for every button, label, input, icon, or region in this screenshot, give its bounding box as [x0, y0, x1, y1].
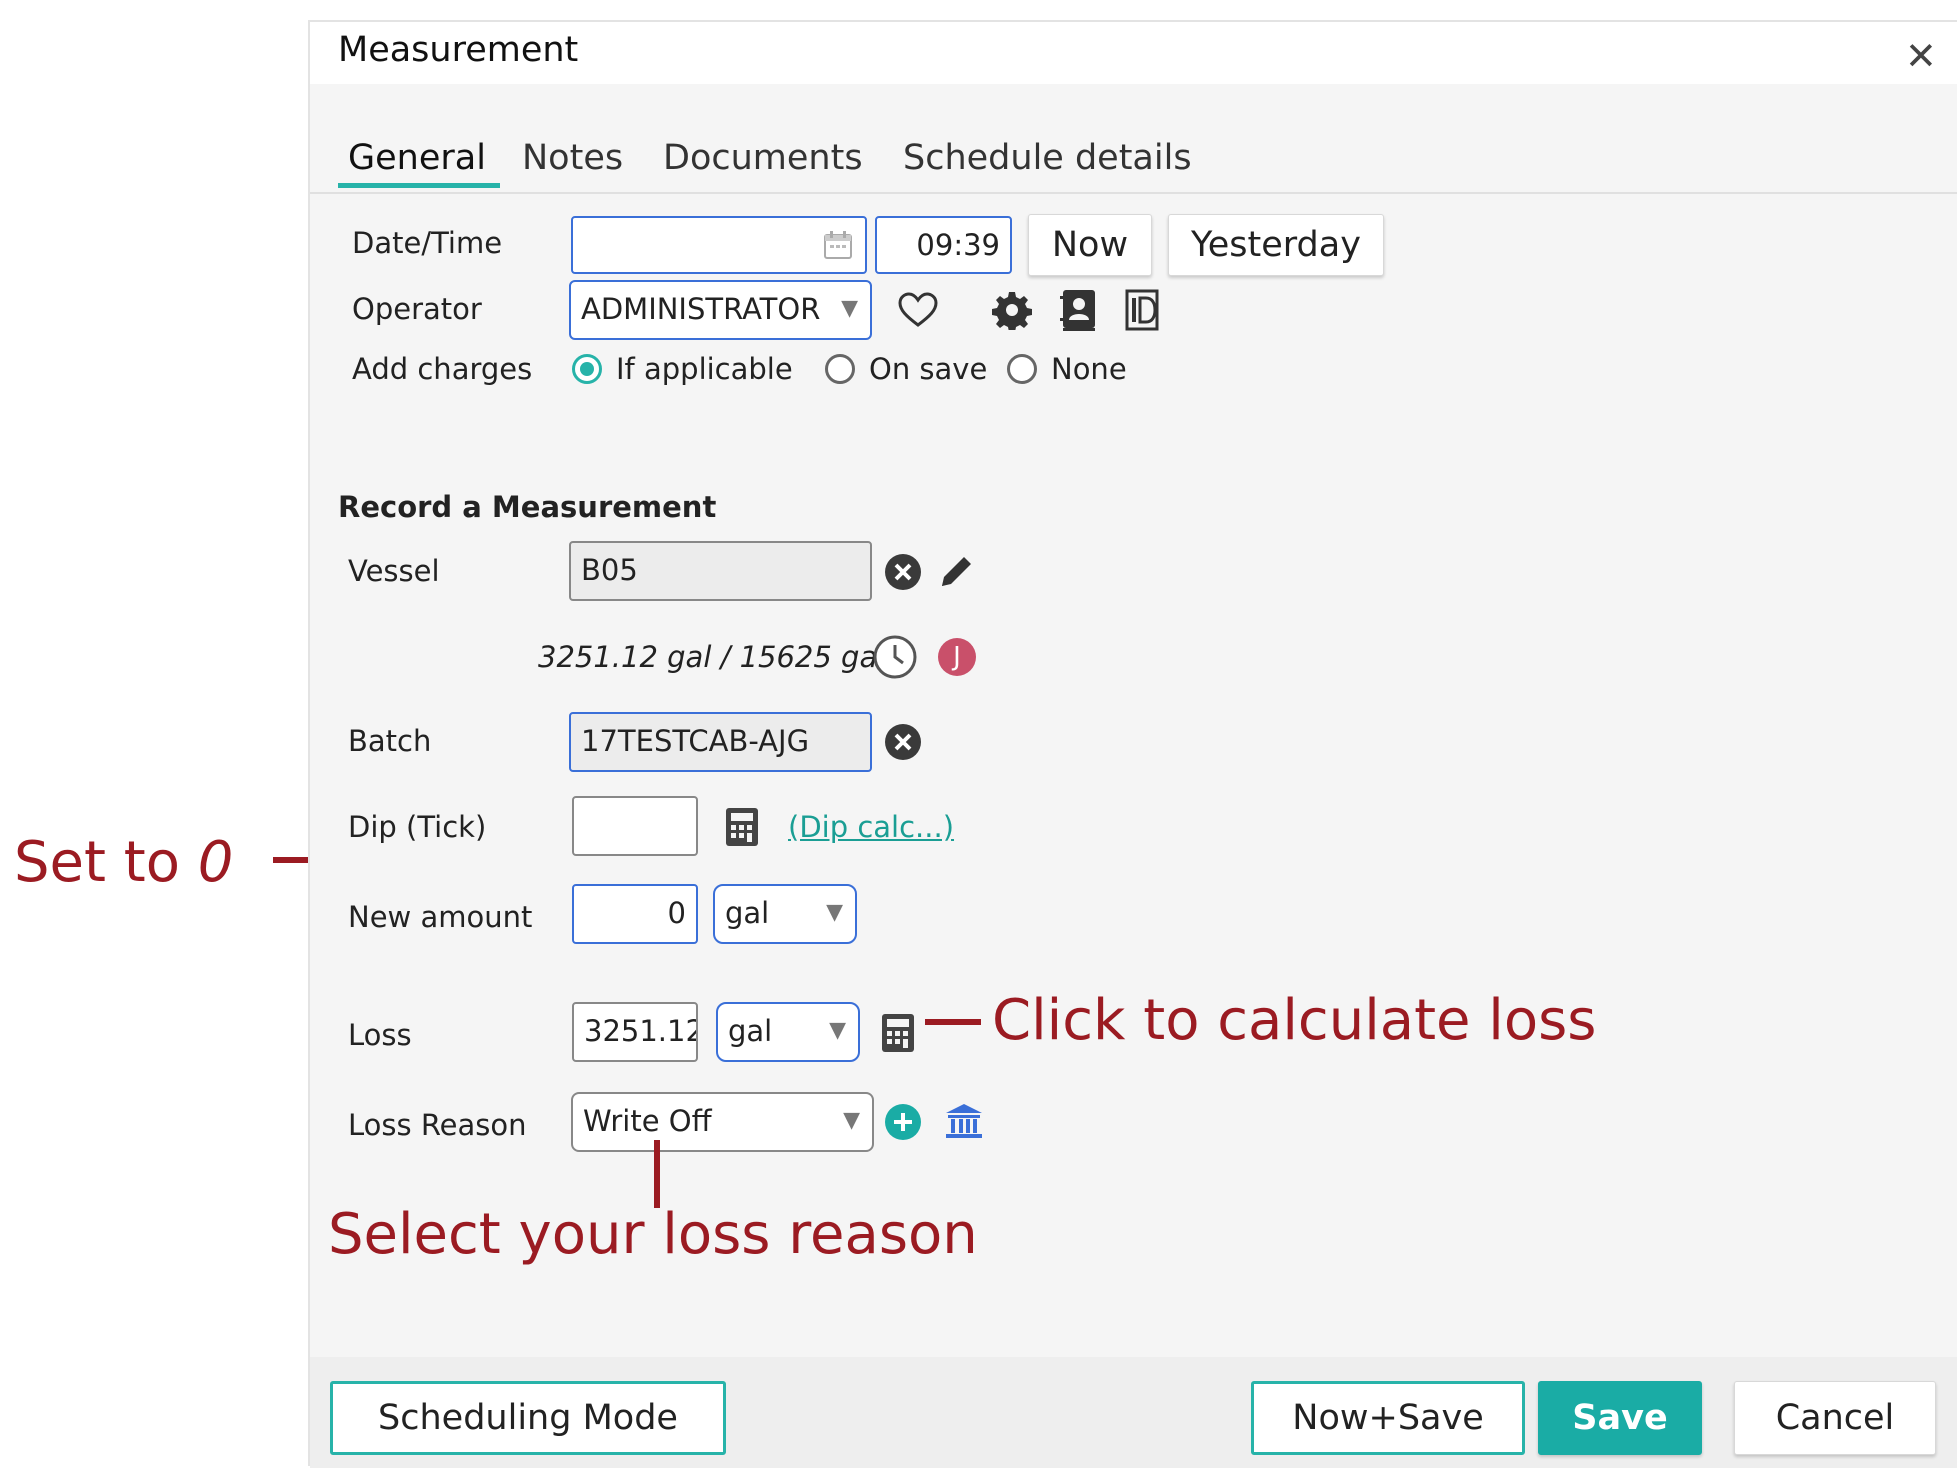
calendar-icon[interactable] [823, 230, 853, 260]
now-save-button[interactable]: Now+Save [1251, 1381, 1525, 1455]
tab-bar: General Notes Documents Schedule details [310, 84, 1957, 194]
loss-input[interactable]: 3251.12 [572, 1002, 698, 1062]
loss-unit-select[interactable]: gal ▼ [716, 1002, 860, 1062]
operator-label: Operator [352, 292, 482, 326]
close-icon[interactable]: ✕ [1905, 34, 1937, 78]
annotation-set-to-zero: Set to 0 [14, 830, 233, 895]
radio-if-applicable[interactable] [572, 354, 602, 384]
document-id-icon[interactable] [1124, 288, 1162, 332]
scheduling-mode-button[interactable]: Scheduling Mode [330, 1381, 726, 1455]
radio-if-applicable-label[interactable]: If applicable [616, 352, 793, 386]
dialog-titlebar: Measurement ✕ [310, 22, 1957, 84]
radio-on-save-label[interactable]: On save [869, 352, 987, 386]
chevron-down-icon: ▼ [829, 1018, 846, 1043]
loss-unit-value: gal [728, 1014, 773, 1048]
radio-none[interactable] [1007, 354, 1037, 384]
annotation-line-reason [654, 1140, 660, 1208]
contact-card-icon[interactable] [1060, 288, 1098, 332]
general-section: Date/Time 09:39 Now Yesterday Operator A… [310, 194, 1957, 454]
clear-icon[interactable] [884, 723, 922, 761]
pencil-icon[interactable] [938, 552, 976, 590]
cancel-button[interactable]: Cancel [1734, 1381, 1936, 1455]
new-amount-input[interactable]: 0 [572, 884, 698, 944]
tab-notes[interactable]: Notes [522, 138, 623, 178]
radio-none-label[interactable]: None [1051, 352, 1127, 386]
chevron-down-icon: ▼ [841, 296, 858, 321]
yesterday-button[interactable]: Yesterday [1168, 214, 1384, 276]
add-charges-label: Add charges [352, 352, 533, 386]
tab-documents[interactable]: Documents [663, 138, 863, 178]
calculator-icon[interactable] [724, 806, 760, 848]
calculator-icon[interactable] [880, 1012, 916, 1054]
clock-icon[interactable] [872, 634, 918, 680]
new-amount-unit-value: gal [725, 896, 770, 930]
loss-reason-label: Loss Reason [348, 1108, 527, 1142]
record-heading: Record a Measurement [338, 490, 717, 524]
dip-calc-link[interactable]: (Dip calc...) [788, 810, 954, 844]
operator-select[interactable]: ADMINISTRATOR ▼ [569, 280, 872, 340]
avatar-letter: J [953, 642, 961, 672]
vessel-volume: 3251.12 gal / 15625 gal [538, 640, 886, 674]
annotation-set-to-value: 0 [197, 830, 234, 895]
time-input[interactable]: 09:39 [875, 216, 1012, 274]
datetime-label: Date/Time [352, 226, 503, 260]
annotation-line-calc [925, 1019, 981, 1025]
loss-label: Loss [348, 1018, 412, 1052]
dip-label: Dip (Tick) [348, 810, 487, 844]
chevron-down-icon: ▼ [843, 1108, 860, 1133]
dialog-title: Measurement [338, 30, 579, 70]
batch-input[interactable]: 17TESTCAB-AJG [569, 712, 872, 772]
annotation-click-calc: Click to calculate loss [992, 988, 1597, 1053]
radio-on-save[interactable] [825, 354, 855, 384]
bank-icon[interactable] [944, 1102, 984, 1140]
batch-label: Batch [348, 724, 432, 758]
dip-input[interactable] [572, 796, 698, 856]
add-circle-icon[interactable] [884, 1103, 922, 1141]
tab-general[interactable]: General [348, 138, 486, 178]
vessel-input[interactable]: B05 [569, 541, 872, 601]
new-amount-unit-select[interactable]: gal ▼ [713, 884, 857, 944]
now-button[interactable]: Now [1028, 214, 1152, 276]
vessel-label: Vessel [348, 554, 440, 588]
gear-icon[interactable] [992, 290, 1032, 330]
clear-icon[interactable] [884, 553, 922, 591]
date-input[interactable] [571, 216, 867, 274]
heart-icon[interactable] [898, 292, 938, 328]
chevron-down-icon: ▼ [826, 900, 843, 925]
loss-reason-select[interactable]: Write Off ▼ [571, 1092, 874, 1152]
loss-reason-value: Write Off [583, 1104, 712, 1138]
tab-schedule-details[interactable]: Schedule details [903, 138, 1192, 178]
save-button[interactable]: Save [1538, 1381, 1702, 1455]
annotation-select-reason: Select your loss reason [328, 1202, 978, 1267]
avatar[interactable]: J [938, 638, 976, 676]
new-amount-label: New amount [348, 900, 533, 934]
operator-value: ADMINISTRATOR [581, 292, 821, 326]
dialog-footer: Scheduling Mode Now+Save Save Cancel [310, 1357, 1957, 1468]
annotation-set-to-prefix: Set to [14, 830, 180, 895]
active-tab-indicator [338, 183, 500, 188]
